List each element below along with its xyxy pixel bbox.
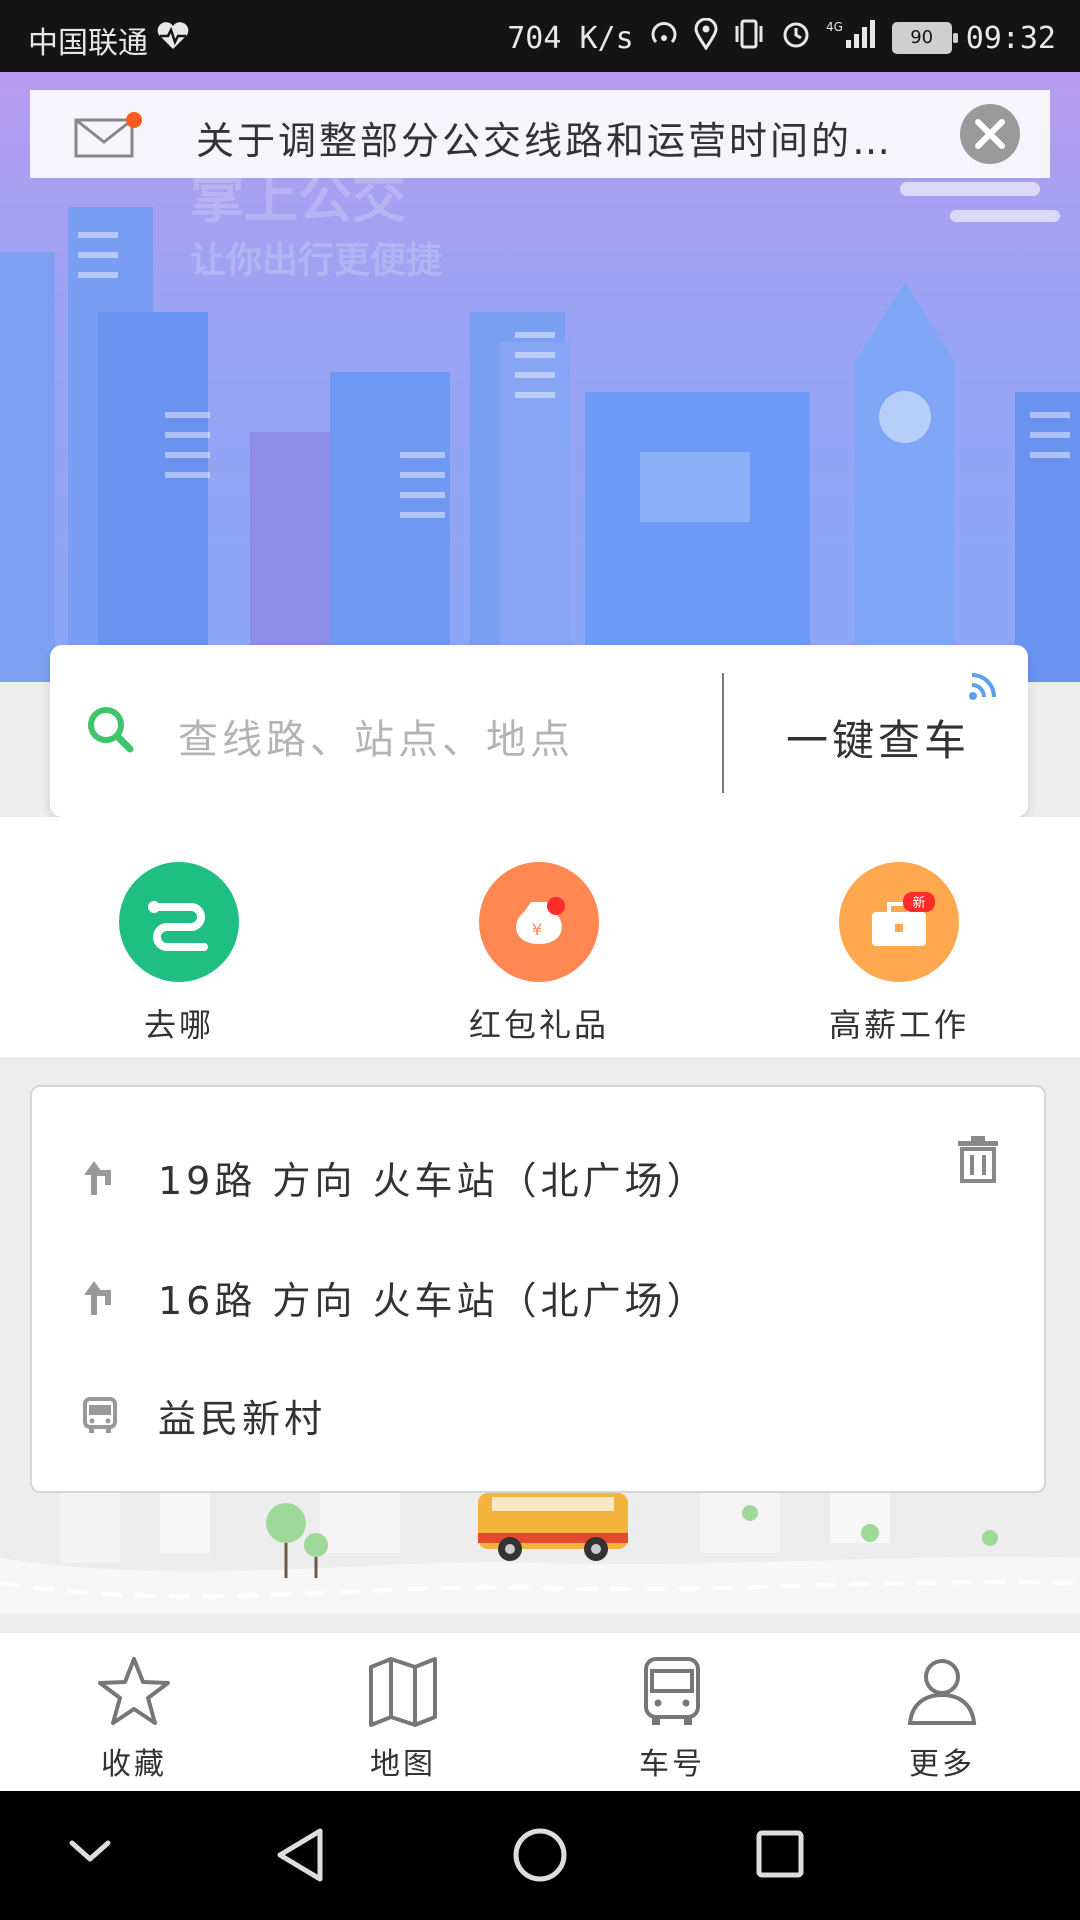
- search-card: 查线路、站点、地点 一键查车: [50, 645, 1028, 817]
- bus-icon: [644, 1657, 700, 1725]
- user-icon: [907, 1659, 977, 1725]
- hero-subtitle: 让你出行更便捷: [190, 240, 442, 281]
- signal-icon: 4G: [826, 18, 878, 58]
- network-speed: 704 K/s: [507, 20, 634, 56]
- quick-actions: 去哪 ¥ 红包礼品 新 高薪工作: [0, 817, 1080, 1057]
- history-item-label: 益民新村: [158, 1396, 327, 1441]
- recent-apps-button[interactable]: [756, 1830, 804, 1878]
- search-divider: [722, 673, 724, 793]
- quick-action-label: 去哪: [143, 1006, 214, 1044]
- money-bag-icon: ¥: [479, 862, 599, 982]
- alarm-icon: [780, 18, 812, 58]
- route-icon: [119, 862, 239, 982]
- search-icon: [84, 703, 140, 763]
- map-icon: [369, 1657, 437, 1727]
- clear-history-button[interactable]: [956, 1135, 1000, 1187]
- carrier-name: 中国联通: [28, 26, 148, 61]
- route-turn-icon: [84, 1161, 111, 1195]
- svg-text:¥: ¥: [532, 920, 542, 939]
- quick-action-label: 红包礼品: [468, 1006, 609, 1044]
- vibrate-icon: [732, 18, 766, 58]
- hide-keyboard-button[interactable]: [69, 1840, 111, 1862]
- tab-favorites[interactable]: 收藏: [44, 1655, 224, 1783]
- search-history-card: 19路 方向 火车站（北广场） 16路 方向 火车站（北广场） 益民新村: [30, 1085, 1046, 1493]
- bottom-tab-bar: 收藏 地图 车号 更多: [0, 1633, 1080, 1791]
- close-icon: [975, 119, 1005, 149]
- history-item-label: 16路 方向 火车站（北广场）: [158, 1278, 709, 1323]
- tab-label: 更多: [909, 1747, 975, 1782]
- realtime-signal-icon: [968, 671, 998, 705]
- one-key-search-button[interactable]: 一键查车: [786, 707, 970, 768]
- battery-indicator: 90: [891, 22, 958, 54]
- location-icon: [694, 17, 718, 58]
- history-item[interactable]: 16路 方向 火车站（北广场）: [82, 1267, 709, 1327]
- road-illustration: [0, 1493, 1080, 1633]
- system-nav-bar: [0, 1791, 1080, 1920]
- clock: 09:32: [965, 20, 1056, 56]
- trash-icon: [958, 1136, 998, 1183]
- tab-label: 地图: [370, 1747, 436, 1782]
- briefcase-icon: 新: [839, 862, 959, 982]
- quick-action-label: 高薪工作: [828, 1006, 969, 1044]
- notice-bar[interactable]: 关于调整部分公交线路和运营时间的…: [30, 90, 1050, 178]
- tab-map[interactable]: 地图: [313, 1655, 493, 1783]
- back-button[interactable]: [277, 1828, 323, 1882]
- bus-stop-icon: [83, 1397, 117, 1433]
- star-icon: [98, 1657, 170, 1725]
- history-item[interactable]: 19路 方向 火车站（北广场）: [82, 1147, 709, 1207]
- notice-text: 关于调整部分公交线路和运营时间的…: [196, 119, 894, 163]
- status-bar: 中国联通 704 K/s 4G 90 09:32: [0, 0, 1080, 72]
- svg-text:4G: 4G: [826, 20, 843, 34]
- tab-bus-number[interactable]: 车号: [582, 1655, 762, 1783]
- history-item[interactable]: 益民新村: [82, 1385, 326, 1445]
- heart-rate-icon: [156, 21, 190, 59]
- mail-icon: [74, 112, 144, 162]
- quick-action-where[interactable]: 去哪: [59, 862, 299, 1046]
- tab-label: 车号: [639, 1747, 705, 1782]
- hotspot-icon: [648, 18, 680, 58]
- close-notice-button[interactable]: [960, 104, 1020, 164]
- history-item-label: 19路 方向 火车站（北广场）: [158, 1158, 709, 1203]
- route-turn-icon: [84, 1281, 111, 1315]
- quick-action-red-packet[interactable]: ¥ 红包礼品: [419, 862, 659, 1046]
- tab-more[interactable]: 更多: [852, 1655, 1032, 1783]
- search-input[interactable]: 查线路、站点、地点: [178, 707, 574, 765]
- new-badge: 新: [912, 895, 925, 911]
- tab-label: 收藏: [101, 1747, 167, 1782]
- quick-action-jobs[interactable]: 新 高薪工作: [779, 862, 1019, 1046]
- home-button[interactable]: [513, 1828, 567, 1882]
